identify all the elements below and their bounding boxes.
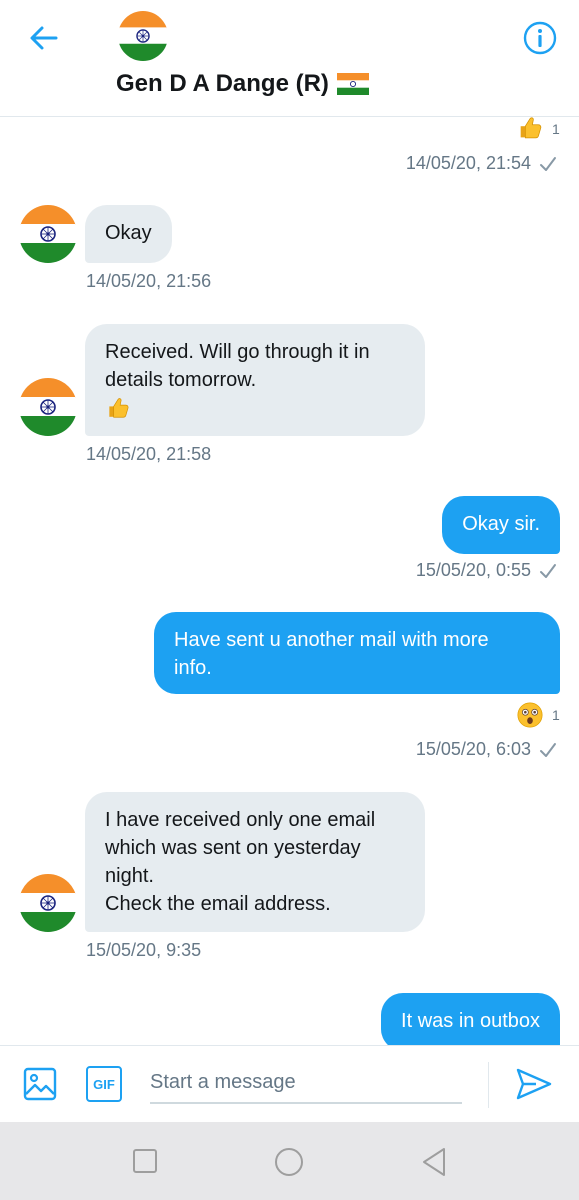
arrow-left-icon[interactable]: [26, 20, 62, 56]
message-timestamp: 15/05/20, 0:55: [416, 560, 557, 581]
message-text: Received. Will go through it in: [105, 341, 370, 363]
message-text: info.: [174, 657, 212, 679]
composer-divider: [488, 1062, 489, 1108]
outgoing-message-bubble[interactable]: It was in outbox: [381, 993, 560, 1045]
message-reaction[interactable]: 1: [516, 117, 560, 143]
contact-avatar[interactable]: [19, 205, 77, 263]
reaction-count: 1: [552, 121, 560, 137]
timestamp-text: 14/05/20, 21:54: [405, 153, 531, 173]
contact-avatar[interactable]: [19, 378, 77, 436]
astonished-face-emoji-icon: [517, 702, 543, 728]
thumbs-up-emoji-icon: [520, 117, 542, 139]
message-timestamp: 15/05/20, 9:35: [86, 940, 202, 960]
thumbs-up-emoji-icon: [108, 398, 129, 418]
timestamp-text: 15/05/20, 0:55: [415, 560, 531, 580]
contact-name: Gen D A Dange (R): [116, 70, 329, 97]
info-circle-icon[interactable]: [522, 20, 558, 56]
message-composer: GIF: [0, 1045, 579, 1123]
message-text: Check the email address.: [105, 893, 331, 915]
india-flag-avatar[interactable]: [118, 11, 168, 61]
message-reaction[interactable]: 1: [516, 701, 560, 729]
conversation-title[interactable]: Gen D A Dange (R): [116, 70, 369, 98]
square-icon[interactable]: [132, 1148, 158, 1174]
gif-icon[interactable]: GIF: [86, 1066, 122, 1102]
outgoing-message-bubble[interactable]: Have sent u another mail with more info.: [154, 612, 560, 694]
sent-check-icon: [540, 742, 556, 757]
message-timestamp: 14/05/20, 21:54: [406, 153, 557, 174]
contact-avatar[interactable]: [19, 874, 77, 932]
message-timestamp: 14/05/20, 21:56: [86, 271, 212, 291]
message-timestamp: 14/05/20, 21:58: [86, 444, 212, 464]
incoming-message-bubble[interactable]: Okay: [85, 205, 172, 263]
outgoing-message-bubble[interactable]: Okay sir.: [442, 496, 560, 554]
send-icon[interactable]: [514, 1066, 554, 1102]
sent-check-icon: [540, 156, 556, 171]
message-input[interactable]: [150, 1062, 462, 1104]
conversation-header: Gen D A Dange (R): [0, 0, 579, 117]
india-flag-emoji: [336, 73, 369, 95]
incoming-message-bubble[interactable]: I have received only one email which was…: [85, 792, 425, 932]
message-list[interactable]: 1 14/05/20, 21:54 Okay 14/05/20, 21:56 R…: [0, 117, 579, 1045]
system-navigation-bar: [0, 1122, 579, 1200]
message-text: I have received only one email: [105, 809, 376, 831]
gif-label: GIF: [93, 1076, 115, 1092]
message-text: It was in outbox: [401, 1010, 540, 1032]
message-text: night.: [105, 865, 154, 887]
incoming-message-bubble[interactable]: Received. Will go through it in details …: [85, 324, 425, 436]
triangle-back-icon[interactable]: [420, 1146, 448, 1178]
message-text: Okay: [105, 222, 152, 244]
message-text: which was sent on yesterday: [105, 837, 361, 859]
message-text: details tomorrow.: [105, 369, 257, 391]
reaction-count: 1: [552, 707, 560, 723]
message-text: Okay sir.: [462, 513, 540, 535]
timestamp-text: 15/05/20, 6:03: [415, 739, 531, 759]
message-timestamp: 15/05/20, 6:03: [416, 739, 557, 760]
message-text: Have sent u another mail with more: [174, 629, 489, 651]
sent-check-icon: [540, 563, 556, 578]
image-icon[interactable]: [22, 1066, 58, 1102]
circle-icon[interactable]: [274, 1147, 304, 1177]
